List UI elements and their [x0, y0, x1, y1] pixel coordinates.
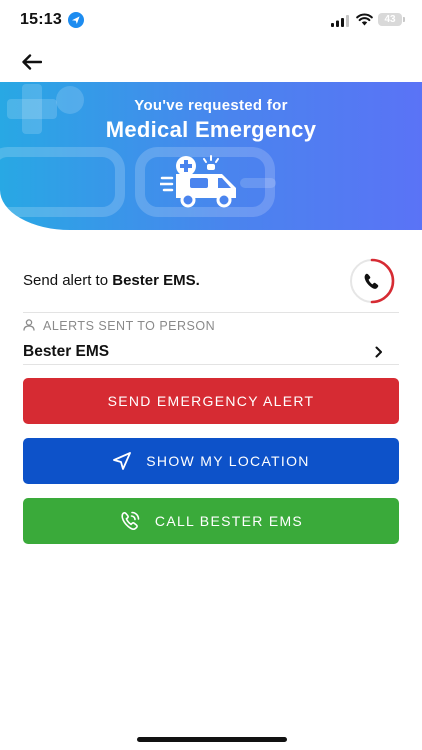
send-emergency-alert-button[interactable]: SEND EMERGENCY ALERT [23, 378, 399, 424]
send-emergency-alert-label: SEND EMERGENCY ALERT [107, 393, 315, 409]
divider [23, 364, 399, 365]
home-indicator [137, 737, 287, 742]
status-time: 15:13 [20, 11, 62, 28]
call-bester-ems-button[interactable]: CALL BESTER EMS [23, 498, 399, 544]
send-alert-text: Send alert to Bester EMS. [23, 272, 200, 289]
ambulance-icon [158, 154, 246, 217]
cellular-signal-icon [331, 14, 349, 32]
emergency-banner: You've requested for Medical Emergency [0, 82, 422, 230]
chevron-right-icon [375, 345, 383, 363]
back-button[interactable] [18, 50, 46, 74]
divider [23, 312, 399, 313]
call-circle-button[interactable] [345, 258, 399, 304]
show-my-location-button[interactable]: SHOW MY LOCATION [23, 438, 399, 484]
alert-recipient: Bester EMS [112, 272, 196, 289]
send-alert-row: Send alert to Bester EMS. [23, 258, 399, 304]
show-my-location-label: SHOW MY LOCATION [146, 453, 310, 469]
send-alert-suffix: . [195, 272, 200, 289]
send-alert-prefix: Send alert to [23, 272, 113, 289]
alerts-label-text: ALERTS SENT TO PERSON [43, 319, 216, 333]
person-icon [23, 318, 35, 334]
battery-indicator: 43 [378, 13, 405, 26]
call-bester-ems-label: CALL BESTER EMS [154, 513, 304, 529]
banner-title: Medical Emergency [105, 117, 317, 142]
phone-call-icon [119, 510, 141, 532]
arrow-left-icon [22, 54, 42, 70]
person-row[interactable]: Bester EMS [23, 338, 399, 364]
location-arrow-icon [68, 12, 84, 33]
person-name: Bester EMS [23, 343, 110, 360]
banner-subtitle: You've requested for [134, 97, 288, 114]
wifi-icon [356, 13, 373, 31]
status-bar: 15:13 43 [0, 0, 422, 40]
navigation-arrow-icon [112, 451, 132, 471]
alerts-section-label: ALERTS SENT TO PERSON [23, 318, 215, 334]
